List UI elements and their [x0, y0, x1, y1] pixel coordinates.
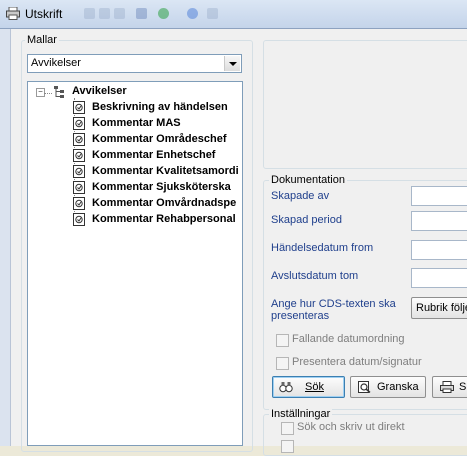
presentera-datum-label: Presentera datum/signatur — [292, 356, 422, 368]
tree-connector — [44, 93, 52, 94]
preview-panel — [263, 40, 467, 169]
avslutsdatum-tom-field[interactable] — [411, 268, 467, 288]
toolbar-ghost-icon — [187, 8, 198, 19]
sok-button[interactable]: Sök — [272, 376, 345, 398]
handelsedatum-from-label: Händelsedatum from — [271, 242, 374, 254]
tree-item-label: Beskrivning av händelsen — [92, 101, 228, 113]
toolbar-ghost-icon — [114, 8, 125, 19]
tree-item[interactable]: Kommentar MAS — [28, 116, 242, 132]
handelsedatum-from-field[interactable] — [411, 240, 467, 260]
tree-item-label: Kommentar Kvalitetsamordi — [92, 165, 239, 177]
tree-hierarchy-icon — [54, 86, 64, 98]
sok-och-skriv-checkbox[interactable]: Sök och skriv ut direkt — [281, 421, 431, 436]
mallar-group-label: Mallar — [25, 34, 59, 46]
checkbox-box[interactable] — [281, 440, 294, 453]
cds-presentation-value: Rubrik följe — [416, 302, 467, 314]
magnifier-page-icon — [358, 381, 371, 393]
sok-och-skriv-label: Sök och skriv ut direkt — [297, 421, 405, 433]
document-icon — [73, 197, 85, 210]
sok-button-label: Sök — [305, 381, 324, 393]
avslutsdatum-tom-label: Avslutsdatum tom — [271, 270, 359, 282]
tree-item-label: Kommentar Enhetschef — [92, 149, 216, 161]
skapade-av-field[interactable] — [411, 186, 467, 206]
toolbar-ghost-icon — [99, 8, 110, 19]
toolbar-ghost-icon — [207, 8, 218, 19]
granska-button[interactable]: Granska — [350, 376, 426, 398]
skriv-ut-button[interactable]: S — [432, 376, 467, 398]
skriv-ut-button-label: S — [459, 381, 467, 393]
binoculars-icon — [279, 382, 293, 393]
cds-presentation-select[interactable]: Rubrik följe — [411, 297, 467, 319]
document-icon — [73, 149, 85, 162]
document-icon — [73, 101, 85, 114]
window-title: Utskrift — [25, 7, 63, 21]
tree-item[interactable]: Kommentar Enhetschef — [28, 148, 242, 164]
document-icon — [73, 117, 85, 130]
installningar-group-label: Inställningar — [269, 408, 333, 420]
cut-off-checkbox[interactable] — [281, 440, 431, 454]
tree-root-node[interactable]: − Avvikelser — [28, 84, 242, 100]
tree-item-label: Kommentar Omvårdnadspe — [92, 197, 237, 209]
tree-item[interactable]: Kommentar Rehabpersonal — [28, 212, 242, 228]
tree-item-label: Kommentar MAS — [92, 117, 181, 129]
tree-item[interactable]: Kommentar Omvårdnadspe — [28, 196, 242, 212]
template-tree[interactable]: − Avvikelser Beskrivning av händelsen Ko… — [27, 81, 243, 446]
printer-app-icon — [6, 7, 20, 20]
tree-item[interactable]: Kommentar Kvalitetsamordi — [28, 164, 242, 180]
skapad-period-label: Skapad period — [271, 214, 342, 226]
title-bar: Utskrift — [0, 0, 467, 29]
document-icon — [73, 181, 85, 194]
tree-root-label: Avvikelser — [72, 85, 127, 97]
tree-item-label: Kommentar Rehabpersonal — [92, 213, 236, 225]
fallande-datumordning-checkbox[interactable]: Fallande datumordning — [276, 333, 436, 348]
document-icon — [73, 165, 85, 178]
cds-presentation-label: Ange hur CDS-texten ska presenteras — [271, 298, 396, 322]
presentera-datum-checkbox[interactable]: Presentera datum/signatur — [276, 356, 446, 371]
checkbox-box[interactable] — [276, 357, 289, 370]
template-select-value: Avvikelser — [31, 57, 81, 69]
tree-item[interactable]: Kommentar Sjuksköterska — [28, 180, 242, 196]
toolbar-ghost-icon — [136, 8, 147, 19]
toolbar-ghost-icon — [158, 8, 169, 19]
chevron-down-icon[interactable] — [224, 56, 240, 71]
document-icon — [73, 133, 85, 146]
checkbox-box[interactable] — [281, 422, 294, 435]
tree-item-label: Kommentar Sjuksköterska — [92, 181, 231, 193]
tree-item[interactable]: Kommentar Områdeschef — [28, 132, 242, 148]
dokumentation-group-label: Dokumentation — [269, 174, 347, 186]
printer-icon — [440, 381, 454, 393]
granska-button-label: Granska — [377, 381, 419, 393]
fallande-datumordning-label: Fallande datumordning — [292, 333, 405, 345]
left-frame-strip — [0, 29, 11, 446]
document-icon — [73, 213, 85, 226]
template-select[interactable]: Avvikelser — [27, 54, 242, 73]
tree-item[interactable]: Beskrivning av händelsen — [28, 100, 242, 116]
toolbar-ghost-icon — [84, 8, 95, 19]
skapad-period-field[interactable] — [411, 211, 467, 231]
checkbox-box[interactable] — [276, 334, 289, 347]
skapade-av-label: Skapade av — [271, 190, 330, 202]
tree-item-label: Kommentar Områdeschef — [92, 133, 227, 145]
